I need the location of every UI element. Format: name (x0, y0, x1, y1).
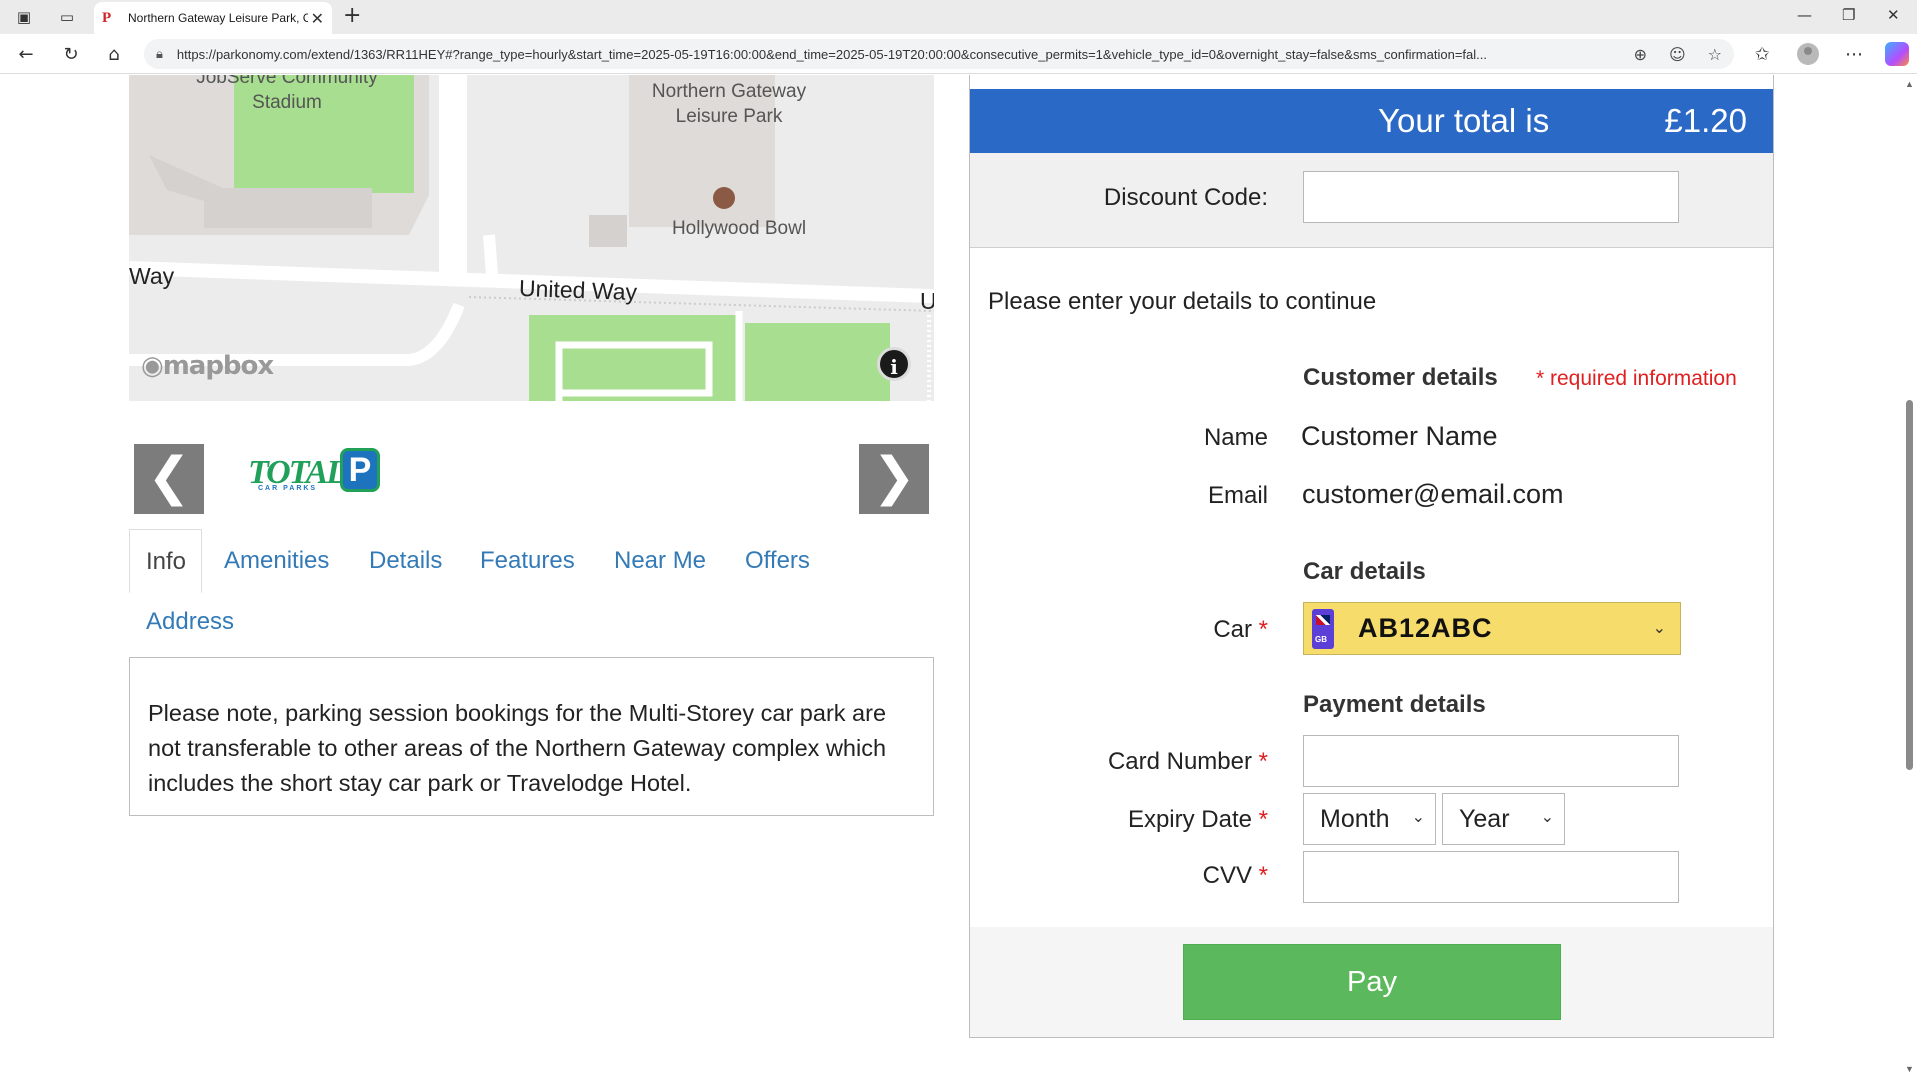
zoom-icon[interactable]: ⊕ (1634, 45, 1647, 64)
browser-toolbar: ← ↻ ⌂ 🔒︎ https://parkonomy.com/extend/13… (0, 34, 1917, 74)
back-icon[interactable]: ← (14, 42, 38, 66)
expiry-date-label: Expiry Date * (1127, 806, 1268, 833)
new-tab-icon[interactable]: + (343, 3, 361, 28)
expiry-year-select[interactable]: Year ⌄ (1442, 793, 1565, 845)
car-label: Car * (1213, 616, 1268, 643)
reading-mode-icon[interactable]: ☺ (1669, 45, 1686, 64)
minimize-icon[interactable]: — (1797, 6, 1812, 24)
map-road-label-right: U (920, 288, 934, 314)
car-select[interactable]: GB AB12ABC ⌄ (1303, 602, 1681, 655)
payment-details-heading: Payment details (1303, 691, 1486, 718)
parkonomy-favicon-icon: P (102, 10, 112, 26)
workspaces-icon[interactable]: ▣ (12, 5, 36, 29)
tab-address[interactable]: Address (146, 608, 234, 636)
name-value: Customer Name (1301, 421, 1498, 451)
map-attribution-info-icon[interactable]: i (877, 347, 911, 381)
card-number-input[interactable] (1303, 735, 1679, 787)
pay-button[interactable]: Pay (1183, 944, 1561, 1020)
carousel-prev-button[interactable]: ❮ (134, 444, 204, 514)
customer-details-heading: Customer details (1303, 364, 1498, 391)
total-label: Your total is (1378, 102, 1550, 139)
map-label-hollywood-bowl[interactable]: Hollywood Bowl (639, 216, 839, 241)
tab-features[interactable]: Features (480, 529, 575, 593)
map-road-label-united-way: United Way (518, 274, 638, 306)
mapbox-mark-icon: ◉ (141, 351, 164, 381)
car-plate-value: AB12ABC (1358, 613, 1493, 643)
scrollbar-thumb[interactable] (1906, 400, 1913, 770)
chevron-down-icon: ⌄ (1540, 807, 1554, 826)
uk-plate-flag-icon: GB (1312, 609, 1334, 649)
browser-tab[interactable]: P Northern Gateway Leisure Park, C ✕ (94, 2, 332, 34)
bowling-poi-icon[interactable] (713, 187, 735, 209)
expiry-month-value: Month (1320, 805, 1390, 833)
carousel-next-button[interactable]: ❯ (859, 444, 929, 514)
required-star: * (1258, 748, 1268, 775)
map-label-stadium: JobServe Community Stadium (196, 75, 378, 113)
expiry-year-value: Year (1459, 805, 1510, 833)
discount-code-label: Discount Code: (1103, 184, 1268, 211)
info-panel: Please note, parking session bookings fo… (129, 657, 934, 816)
url-text[interactable]: https://parkonomy.com/extend/1363/RR11HE… (177, 47, 1618, 62)
name-label: Name (1203, 424, 1268, 451)
map-label-leisure-park: Northern Gateway Leisure Park (651, 81, 807, 127)
info-notice-text: Please note, parking session bookings fo… (148, 700, 887, 796)
mapbox-logo[interactable]: ◉mapbox (141, 351, 274, 381)
restore-icon[interactable]: ❐ (1842, 6, 1855, 24)
more-menu-icon[interactable]: ⋯ (1842, 42, 1866, 66)
details-intro-text: Please enter your details to continue (988, 288, 1377, 315)
location-map[interactable]: JobServe Community Stadium Northern Gate… (129, 75, 934, 401)
cvv-label: CVV * (1202, 862, 1268, 889)
tab-details[interactable]: Details (369, 529, 442, 593)
tab-actions-icon[interactable]: ▭ (55, 5, 79, 29)
tab-title: Northern Gateway Leisure Park, C (128, 11, 308, 25)
page-scrollbar[interactable]: ▲ ▼ (1902, 75, 1917, 1078)
required-star: * (1258, 616, 1268, 643)
chevron-down-icon: ⌄ (1652, 618, 1666, 637)
car-details-heading: Car details (1303, 558, 1426, 585)
discount-code-input[interactable] (1303, 171, 1679, 223)
address-bar[interactable]: 🔒︎ https://parkonomy.com/extend/1363/RR1… (144, 39, 1734, 69)
expiry-month-select[interactable]: Month ⌄ (1303, 793, 1436, 845)
car-park-info-tabs: Info Amenities Details Features Near Me … (129, 529, 934, 593)
required-information-note: * required information (1536, 367, 1737, 390)
copilot-icon[interactable] (1885, 42, 1909, 66)
total-car-parks-logo: TOTAL P CAR PARKS (248, 448, 382, 498)
cvv-input[interactable] (1303, 851, 1679, 903)
favorite-star-icon[interactable]: ☆ (1708, 45, 1722, 64)
scroll-down-icon[interactable]: ▼ (1905, 1064, 1914, 1074)
tab-offers[interactable]: Offers (745, 529, 810, 593)
email-value: customer@email.com (1302, 479, 1564, 509)
tab-near-me[interactable]: Near Me (614, 529, 706, 593)
favorites-icon[interactable]: ✩ (1750, 42, 1774, 66)
scroll-up-icon[interactable]: ▲ (1905, 79, 1914, 89)
email-label: Email (1207, 482, 1268, 509)
home-icon[interactable]: ⌂ (102, 42, 126, 66)
refresh-icon[interactable]: ↻ (59, 42, 83, 66)
tab-info[interactable]: Info (129, 529, 202, 593)
browser-tab-bar: ▣ ▭ P Northern Gateway Leisure Park, C ✕… (0, 0, 1917, 34)
tab-amenities[interactable]: Amenities (224, 529, 329, 593)
profile-avatar[interactable] (1797, 43, 1819, 65)
chevron-down-icon: ⌄ (1411, 807, 1425, 826)
close-window-icon[interactable]: ✕ (1887, 6, 1900, 24)
map-road-label-left: Way (129, 263, 175, 289)
required-star: * (1258, 806, 1268, 833)
required-star: * (1258, 862, 1268, 889)
total-bar: Your total is £1.20 (970, 89, 1773, 153)
close-tab-icon[interactable]: ✕ (311, 9, 324, 28)
card-number-label: Card Number * (1107, 748, 1268, 775)
site-info-icon[interactable]: 🔒︎ (156, 47, 163, 62)
total-value: £1.20 (1664, 102, 1747, 139)
